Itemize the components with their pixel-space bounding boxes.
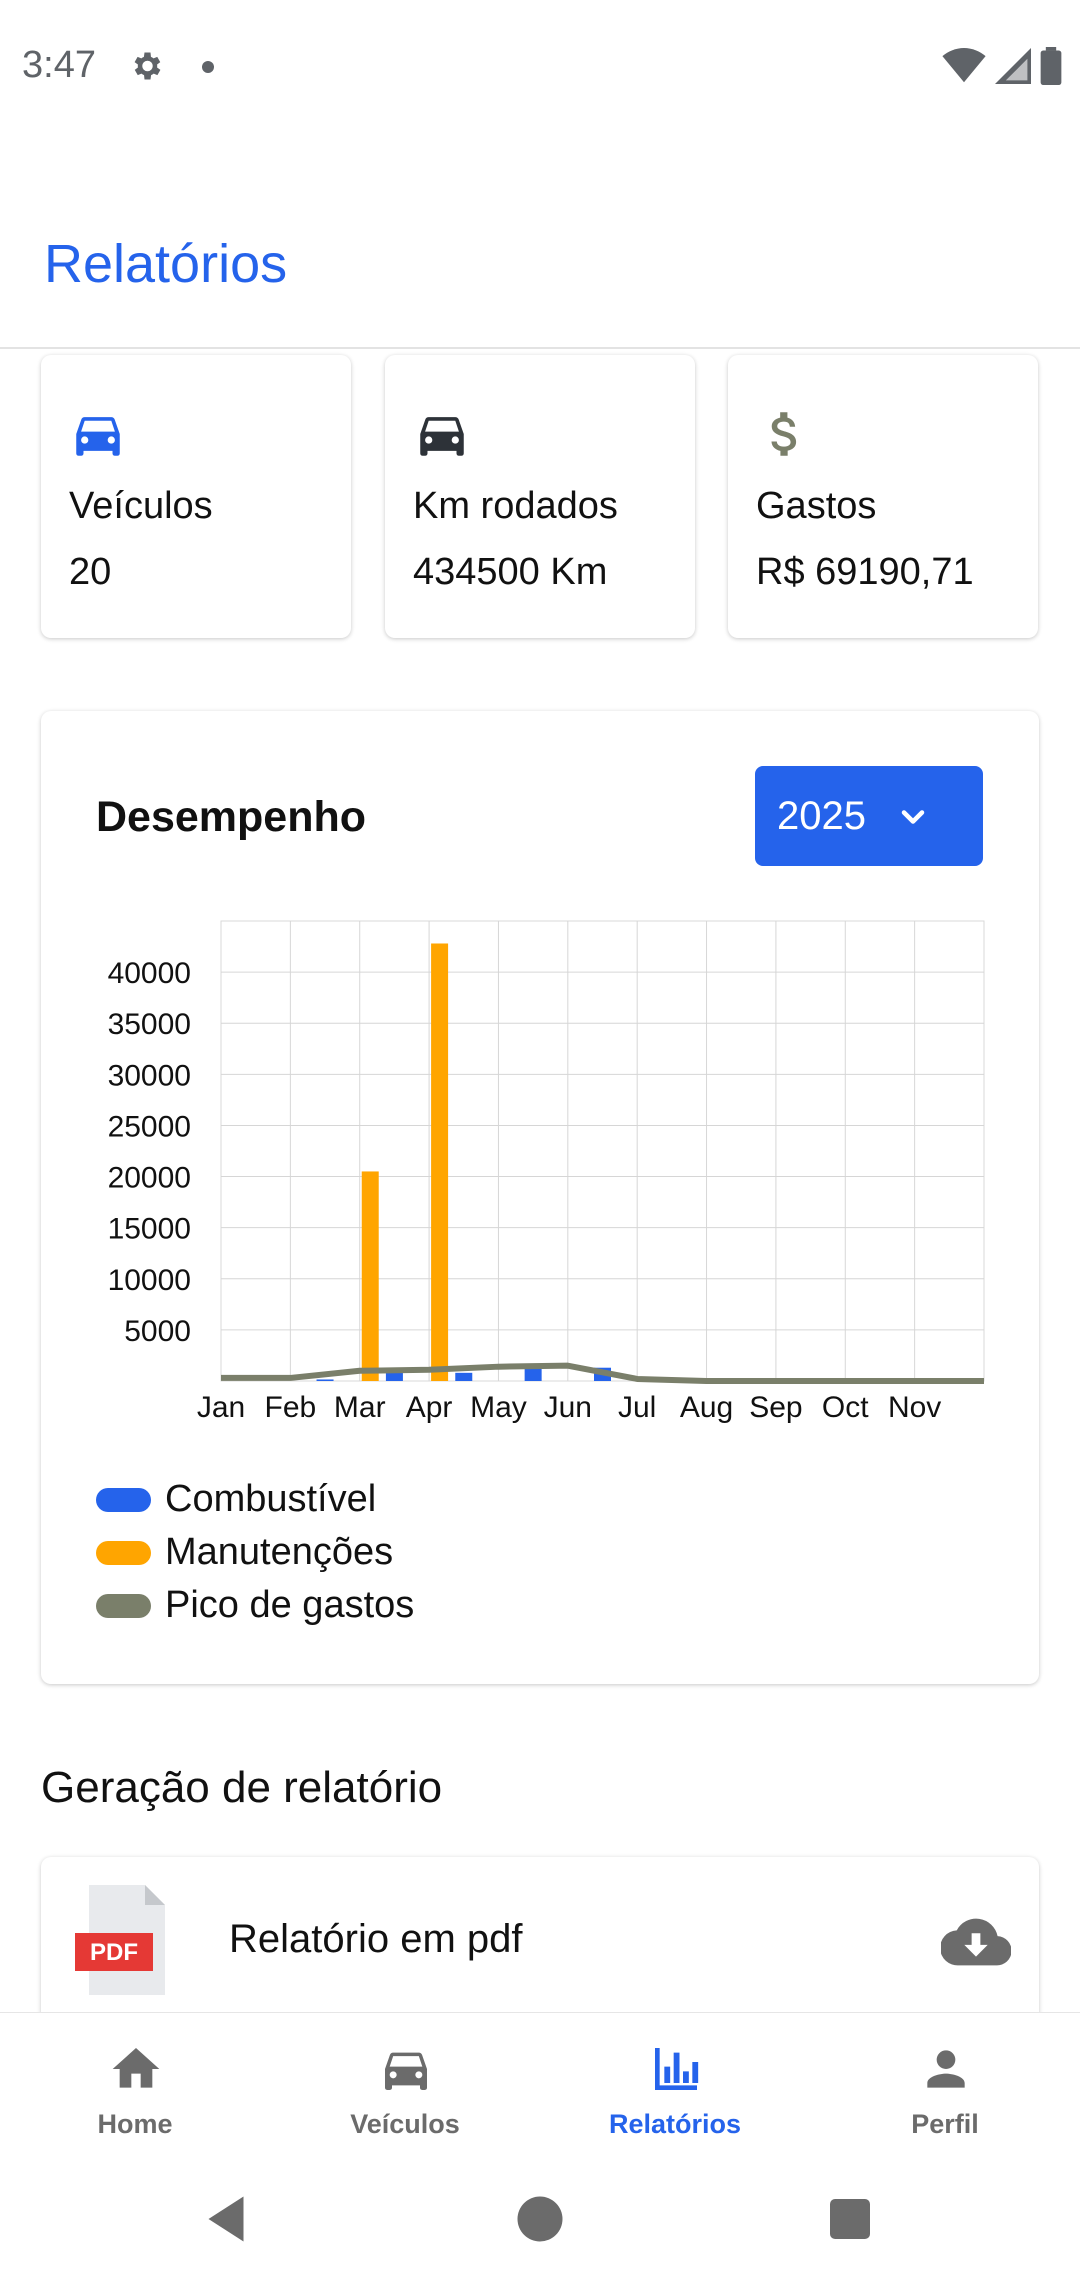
back-icon[interactable] <box>196 2189 256 2249</box>
summary-value: R$ 69190,71 <box>756 551 974 593</box>
x-tick-label: Jun <box>544 1391 592 1424</box>
page-title: Relatórios <box>44 234 288 294</box>
bottom-navigation: Home Veículos Relatórios Perfil <box>0 2012 1080 2168</box>
status-time: 3:47 <box>22 44 96 86</box>
summary-card-expenses: Gastos R$ 69190,71 <box>728 355 1038 638</box>
bar-chart-icon <box>655 2048 699 2090</box>
gear-icon <box>134 52 161 80</box>
nav-item-reports[interactable]: Relatórios <box>540 2013 810 2168</box>
pdf-file-icon: PDF <box>75 1885 165 1995</box>
pdf-report-item[interactable]: PDF Relatório em pdf <box>41 1857 1039 2027</box>
x-tick-label: Sep <box>749 1391 802 1424</box>
x-tick-label: Jul <box>618 1391 656 1424</box>
pdf-report-label: Relatório em pdf <box>229 1917 523 1961</box>
nav-item-profile[interactable]: Perfil <box>810 2013 1080 2168</box>
nav-label: Veículos <box>350 2109 460 2139</box>
report-section-title: Geração de relatório <box>41 1763 443 1812</box>
wifi-icon <box>942 48 986 83</box>
notification-dot-icon <box>202 61 214 73</box>
battery-icon <box>1040 47 1062 85</box>
cloud-download-icon[interactable] <box>941 1915 1011 1969</box>
summary-card-km: Km rodados 434500 Km <box>385 355 695 638</box>
x-tick-label: Aug <box>680 1391 733 1424</box>
x-tick-label: Apr <box>406 1391 453 1424</box>
bar-combustivel <box>524 1368 542 1381</box>
car-icon <box>76 417 120 456</box>
y-tick-label: 5000 <box>124 1315 191 1348</box>
legend-swatch <box>96 1540 151 1565</box>
legend-label: Pico de gastos <box>165 1584 415 1626</box>
x-tick-label: May <box>470 1391 527 1424</box>
nav-label: Relatórios <box>608 2109 742 2139</box>
bar-combustivel <box>316 1379 334 1381</box>
nav-label: Home <box>97 2109 173 2139</box>
legend-label: Manutenções <box>165 1531 394 1573</box>
summary-label: Km rodados <box>413 485 618 527</box>
legend-item-peak: Pico de gastos <box>96 1579 414 1632</box>
system-icons <box>942 46 1062 86</box>
dollar-icon <box>771 412 797 456</box>
home-icon <box>112 2048 160 2088</box>
car-icon <box>385 2052 427 2090</box>
pdf-badge: PDF <box>90 1939 138 1966</box>
x-tick-label: Jan <box>197 1391 245 1424</box>
app-bar: Relatórios <box>0 135 1080 349</box>
bar-manutencoes <box>361 1171 379 1381</box>
chart-legend: Combustível Manutenções Pico de gastos <box>96 1473 414 1632</box>
car-icon <box>420 417 464 456</box>
home-circle-icon[interactable] <box>510 2189 570 2249</box>
summary-label: Veículos <box>69 485 213 527</box>
person-icon <box>927 2050 965 2088</box>
performance-chart: 5000 10000 15000 20000 25000 30000 35000 40000 J… <box>108 920 985 1424</box>
summary-label: Gastos <box>756 485 877 527</box>
legend-swatch <box>96 1487 151 1512</box>
nav-item-vehicles[interactable]: Veículos <box>270 2013 540 2168</box>
y-tick-label: 15000 <box>108 1213 191 1246</box>
x-tick-label: Mar <box>334 1391 386 1424</box>
x-tick-label: Oct <box>822 1391 869 1424</box>
system-navigation <box>0 2167 1080 2280</box>
recents-icon[interactable] <box>820 2189 880 2249</box>
legend-item-maintenance: Manutenções <box>96 1526 414 1579</box>
y-tick-label: 10000 <box>108 1264 191 1297</box>
summary-card-vehicles: Veículos 20 <box>41 355 351 638</box>
y-tick-label: 20000 <box>108 1162 191 1195</box>
summary-value: 20 <box>69 551 112 593</box>
bar-manutencoes <box>431 943 449 1381</box>
bar-combustivel <box>455 1372 473 1381</box>
legend-swatch <box>96 1593 151 1618</box>
y-tick-label: 25000 <box>108 1110 191 1143</box>
signal-icon <box>995 48 1031 84</box>
y-tick-label: 40000 <box>108 957 191 990</box>
performance-card: Desempenho 2025 5000 10000 15000 20000 25000… <box>41 711 1039 1684</box>
nav-item-home[interactable]: Home <box>0 2013 270 2168</box>
x-tick-label: Feb <box>265 1391 317 1424</box>
x-tick-label: Nov <box>888 1391 941 1424</box>
y-tick-label: 30000 <box>108 1059 191 1092</box>
y-tick-label: 35000 <box>108 1008 191 1041</box>
summary-value: 434500 Km <box>413 551 608 593</box>
legend-item-fuel: Combustível <box>96 1473 414 1526</box>
legend-label: Combustível <box>165 1478 377 1520</box>
nav-label: Perfil <box>911 2109 979 2139</box>
status-bar: 3:47 <box>0 0 1080 135</box>
plot-area <box>220 920 985 1382</box>
